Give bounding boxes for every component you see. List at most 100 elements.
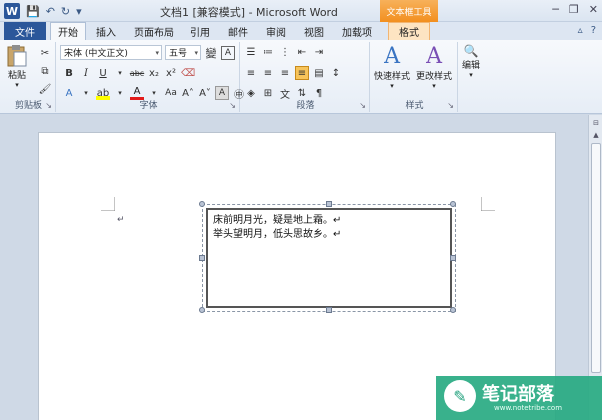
minimize-button[interactable]: ─ — [552, 3, 559, 16]
editing-label: 编辑 — [462, 61, 481, 71]
font-group: 宋体 (中文正文) ▾ 五号 ▾ 變 A B I U ▾ abc x₂ x² ⌫ A… — [58, 42, 244, 112]
tab-view[interactable]: 视图 — [304, 24, 324, 39]
font-size-value: 五号 — [169, 49, 188, 59]
scroll-thumb[interactable] — [591, 143, 601, 373]
resize-handle-top-left[interactable] — [199, 201, 205, 207]
crop-mark-top-right — [481, 197, 495, 211]
clear-formatting-icon[interactable]: ⌫ — [181, 66, 195, 80]
resize-handle-bottom[interactable] — [326, 307, 332, 313]
numbering-icon[interactable]: ≔ — [261, 45, 275, 59]
customize-qat-icon[interactable]: ▾ — [76, 5, 82, 18]
superscript-icon[interactable]: x² — [164, 66, 178, 80]
tab-format[interactable]: 格式 — [388, 22, 430, 40]
quick-styles-label: 快速样式 — [374, 72, 411, 82]
underline-icon[interactable]: U — [96, 66, 110, 80]
italic-icon[interactable]: I — [79, 66, 93, 80]
undo-icon[interactable]: ↶ — [46, 5, 55, 18]
redo-icon[interactable]: ↻ — [61, 5, 70, 18]
tab-page-layout[interactable]: 页面布局 — [134, 24, 174, 39]
paragraph-group-label: 段落 — [296, 101, 315, 111]
paste-label: 粘贴 — [7, 71, 26, 81]
vertical-scrollbar[interactable]: ⊟ ▲ — [588, 115, 602, 420]
paragraph-group: ☰ ≔ ⋮ ⇤ ⇥ ≡ ≡ ≡ ≡ ▤ ↕ ◈ ⊞ 文 ⇅ ¶ 段落 ↘ — [242, 42, 370, 112]
underline-dropdown-icon[interactable]: ▾ — [113, 66, 127, 80]
tab-references[interactable]: 引用 — [190, 24, 210, 39]
watermark: ✎ 笔记部落 www.notetribe.com — [436, 376, 602, 420]
paragraph-launcher-icon[interactable]: ↘ — [359, 101, 366, 110]
styles-launcher-icon[interactable]: ↘ — [447, 101, 454, 110]
textbox-line-2: 举头望明月，低头思故乡。↵ — [213, 229, 342, 240]
editing-button[interactable]: 🔍 编辑 ▾ — [462, 44, 480, 79]
bullets-icon[interactable]: ☰ — [244, 45, 258, 59]
phonetic-guide-icon[interactable]: 變 — [204, 46, 218, 60]
editing-group: 🔍 编辑 ▾ — [460, 42, 490, 112]
justify-icon[interactable]: ≡ — [295, 66, 309, 80]
cut-icon[interactable]: ✂ — [38, 46, 52, 60]
minimize-ribbon-icon[interactable]: ▵ — [578, 25, 583, 36]
window-title: 文档1 [兼容模式] - Microsoft Word — [160, 6, 338, 19]
styles-group-label: 样式 — [405, 101, 424, 111]
resize-handle-bottom-right[interactable] — [450, 307, 456, 313]
styles-group: A 快速样式 ▾ A 更改样式 ▾ 样式 ↘ — [372, 42, 458, 112]
resize-handle-top[interactable] — [326, 201, 332, 207]
clipboard-icon — [6, 44, 28, 68]
tab-home[interactable]: 开始 — [50, 22, 86, 40]
font-name-select[interactable]: 宋体 (中文正文) ▾ — [60, 45, 162, 60]
paragraph-row-1: ☰ ≔ ⋮ ⇤ ⇥ — [244, 45, 326, 59]
subscript-icon[interactable]: x₂ — [147, 66, 161, 80]
paragraph-row-2: ≡ ≡ ≡ ≡ ▤ ↕ — [244, 66, 343, 80]
format-painter-icon[interactable]: 🖌 — [38, 82, 52, 96]
paste-dropdown-icon[interactable]: ▾ — [15, 81, 19, 89]
watermark-text: 笔记部落 — [482, 384, 554, 405]
save-icon[interactable]: 💾 — [26, 5, 40, 18]
change-styles-label: 更改样式 — [416, 72, 453, 82]
clipboard-small-buttons: ✂ ⧉ 🖌 — [38, 46, 52, 96]
quick-styles-button[interactable]: A 快速样式 ▾ — [374, 44, 410, 90]
textbox-line-1: 床前明月光，疑是地上霜。↵ — [213, 215, 342, 226]
quick-access-toolbar: W 💾 ↶ ↻ ▾ — [4, 3, 82, 19]
chevron-down-icon: ▾ — [469, 71, 473, 79]
word-logo-icon[interactable]: W — [4, 3, 20, 19]
tab-addins[interactable]: 加载项 — [342, 24, 372, 39]
contextual-tab-title: 文本框工具 — [380, 0, 438, 22]
font-size-select[interactable]: 五号 ▾ — [165, 45, 201, 60]
resize-handle-bottom-left[interactable] — [199, 307, 205, 313]
ribbon-tabs: 文件 开始 插入 页面布局 引用 邮件 审阅 视图 加载项 格式 ▵ ? — [0, 22, 602, 40]
character-border-icon[interactable]: A — [221, 45, 235, 60]
clipboard-launcher-icon[interactable]: ↘ — [45, 101, 52, 110]
help-icon[interactable]: ? — [591, 25, 596, 36]
paragraph-mark: ↵ — [117, 215, 125, 225]
align-right-icon[interactable]: ≡ — [278, 66, 292, 80]
copy-icon[interactable]: ⧉ — [38, 64, 52, 78]
align-left-icon[interactable]: ≡ — [244, 66, 258, 80]
strikethrough-icon[interactable]: abc — [130, 66, 144, 80]
font-row-1: 宋体 (中文正文) ▾ 五号 ▾ 變 A — [60, 45, 235, 60]
window-controls: ─ ❐ ✕ — [552, 3, 598, 16]
text-box[interactable]: 床前明月光，疑是地上霜。↵ 举头望明月，低头思故乡。↵ — [206, 208, 452, 308]
ruler-toggle-icon[interactable]: ⊟ — [590, 119, 602, 131]
bold-icon[interactable]: B — [62, 66, 76, 80]
distributed-icon[interactable]: ▤ — [312, 66, 326, 80]
increase-indent-icon[interactable]: ⇥ — [312, 45, 326, 59]
tab-insert[interactable]: 插入 — [96, 24, 116, 39]
line-spacing-icon[interactable]: ↕ — [329, 66, 343, 80]
crop-mark-top-left — [101, 197, 115, 211]
tab-file[interactable]: 文件 — [4, 22, 46, 40]
tab-review[interactable]: 审阅 — [266, 24, 286, 39]
scroll-up-icon[interactable]: ▲ — [590, 131, 602, 143]
resize-handle-right[interactable] — [450, 255, 456, 261]
chevron-down-icon: ▾ — [390, 82, 394, 90]
quick-styles-icon: A — [384, 44, 400, 69]
font-row-2: B I U ▾ abc x₂ x² ⌫ — [62, 66, 195, 80]
resize-handle-left[interactable] — [199, 255, 205, 261]
tab-mailings[interactable]: 邮件 — [228, 24, 248, 39]
resize-handle-top-right[interactable] — [450, 201, 456, 207]
multilevel-list-icon[interactable]: ⋮ — [278, 45, 292, 59]
paste-button[interactable]: 粘贴 ▾ — [6, 44, 28, 89]
decrease-indent-icon[interactable]: ⇤ — [295, 45, 309, 59]
align-center-icon[interactable]: ≡ — [261, 66, 275, 80]
restore-button[interactable]: ❐ — [569, 3, 579, 16]
change-styles-button[interactable]: A 更改样式 ▾ — [416, 44, 452, 90]
close-button[interactable]: ✕ — [589, 3, 598, 16]
font-launcher-icon[interactable]: ↘ — [229, 101, 236, 110]
